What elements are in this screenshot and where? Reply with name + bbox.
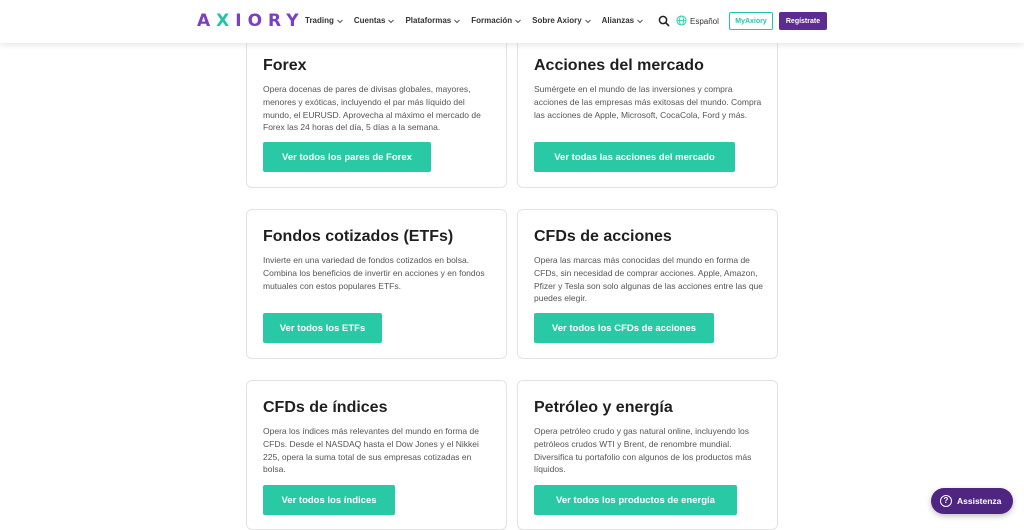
assistance-label: Assistenza [957,496,1002,506]
card-description: Invierte en una variedad de fondos cotiz… [263,255,485,291]
card-description: Opera las marcas más conocidas del mundo… [534,255,764,304]
card-title: Fondos cotizados (ETFs) [263,228,454,245]
card-cfds-indices: CFDs de índices Opera los índices más re… [246,380,507,530]
chevron-down-icon [637,19,643,23]
card-petroleo-energia: Petróleo y energía Opera petróleo crudo … [517,380,778,530]
nav-cuentas[interactable]: Cuentas [354,16,396,25]
indices-button[interactable]: Ver todos los índices [263,485,395,515]
assistance-button[interactable]: ? Assistenza [931,488,1013,514]
search-icon[interactable] [658,15,670,27]
card-acciones-mercado: Acciones del mercado Sumérgete en el mun… [517,30,778,188]
etfs-button[interactable]: Ver todos los ETFs [263,313,382,343]
chevron-down-icon [515,19,522,23]
card-title: Forex [263,57,307,74]
card-description: Opera los índices más relevantes del mun… [263,426,479,475]
card-cfds-acciones: CFDs de acciones Opera las marcas más co… [517,209,778,359]
card-description: Opera docenas de pares de divisas global… [263,84,481,133]
forex-button[interactable]: Ver todos los pares de Forex [263,142,431,172]
axiory-logo[interactable]: AXIORY [197,11,305,31]
nav-trading[interactable]: Trading [305,16,344,25]
chevron-down-icon [584,19,591,23]
card-description: Sumérgete en el mundo de las inversiones… [534,84,762,120]
language-selector[interactable]: Español [690,17,719,26]
nav-sobre-axiory[interactable]: Sobre Axiory [532,16,592,25]
nav-plataformas[interactable]: Plataformas [405,16,461,25]
nav-alianzas[interactable]: Alianzas [602,16,644,25]
energia-button[interactable]: Ver todos los productos de energía [534,485,737,515]
site-header: AXIORY Trading Cuentas Plataformas Forma… [0,0,1024,43]
card-title: Acciones del mercado [534,57,704,74]
chevron-down-icon [388,19,395,23]
card-title: CFDs de índices [263,399,388,416]
question-icon: ? [940,495,952,507]
card-title: CFDs de acciones [534,228,672,245]
card-etfs: Fondos cotizados (ETFs) Invierte en una … [246,209,507,359]
main-nav: Trading Cuentas Plataformas Formación So… [305,16,644,25]
myaxiory-button[interactable]: MyAxiory [729,12,773,30]
card-forex: Forex Opera docenas de pares de divisas … [246,30,507,188]
globe-icon [676,15,687,26]
cfds-acciones-button[interactable]: Ver todos los CFDs de acciones [534,313,714,343]
register-button[interactable]: Regístrate [779,12,827,30]
chevron-down-icon [454,19,461,23]
chevron-down-icon [337,19,343,23]
nav-formacion[interactable]: Formación [471,16,522,25]
acciones-mercado-button[interactable]: Ver todas las acciones del mercado [534,142,735,172]
card-description: Opera petróleo crudo y gas natural onlin… [534,426,752,475]
card-title: Petróleo y energía [534,399,673,416]
